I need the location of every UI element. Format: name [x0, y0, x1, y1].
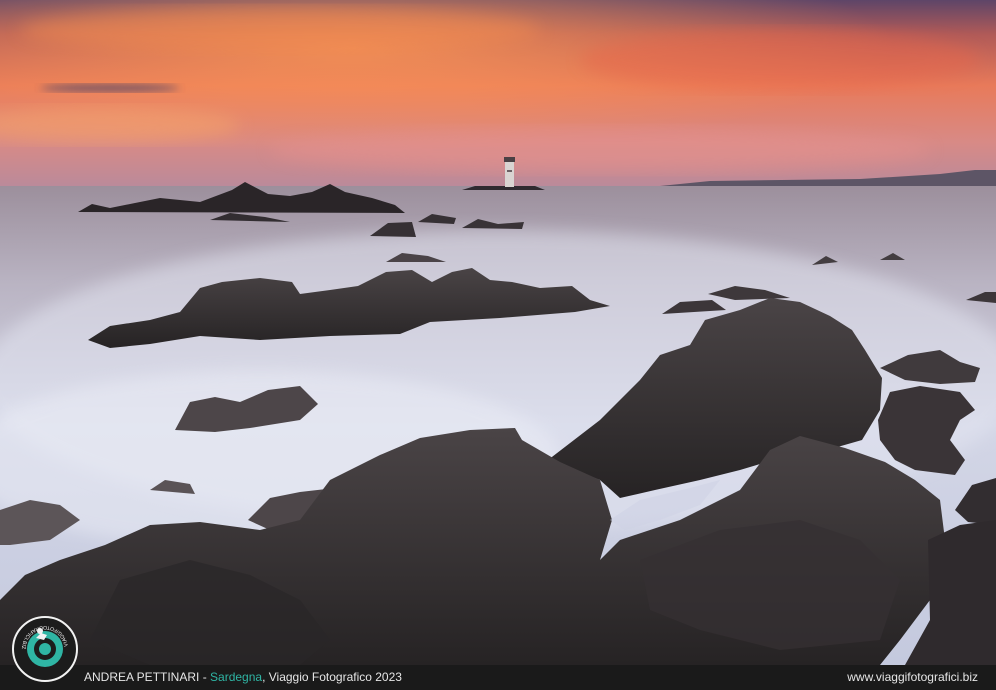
brand-logo: VIAGGIFOTOGRAFICI.BIZ	[12, 616, 78, 682]
photo-credit: ANDREA PETTINARI - Sardegna, Viaggio Fot…	[84, 665, 402, 690]
trip-title: , Viaggio Fotografico 2023	[262, 670, 402, 684]
photographer-camera-icon: VIAGGIFOTOGRAFICI.BIZ	[20, 624, 70, 667]
photo-frame: ANDREA PETTINARI - Sardegna, Viaggio Fot…	[0, 0, 996, 690]
caption-bar: ANDREA PETTINARI - Sardegna, Viaggio Fot…	[0, 665, 996, 690]
seascape-photo	[0, 0, 996, 665]
author-name: ANDREA PETTINARI	[84, 670, 200, 684]
caption-separator: -	[199, 670, 211, 684]
website-url: www.viaggifotografici.biz	[847, 670, 978, 684]
location-name: Sardegna	[210, 670, 263, 684]
